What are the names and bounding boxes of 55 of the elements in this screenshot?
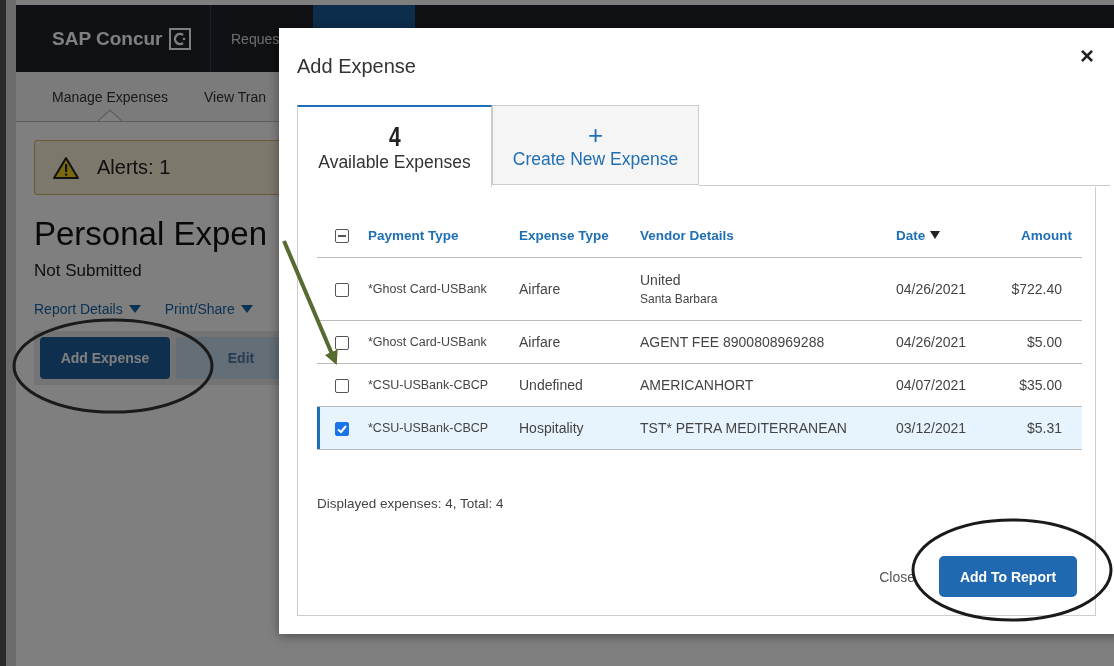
select-all-checkbox[interactable] [335,228,349,243]
vendor-name: United [640,272,682,288]
dialog-title: Add Expense [297,55,416,78]
subnav-tab[interactable]: Manage Expenses [52,72,168,121]
dialog-tab[interactable]: + Create New Expense [492,105,699,185]
brand-name: SAP Concur [52,27,163,50]
row-checkbox[interactable] [335,336,349,351]
payment-type: *Ghost Card-USBank [368,335,487,349]
close-link[interactable]: Close [879,568,915,585]
caret-icon [128,305,141,313]
expense-date: 03/12/2021 [896,420,967,436]
payment-type: *Ghost Card-USBank [368,282,487,296]
warning-icon [53,155,79,180]
column-header[interactable]: Payment Type [368,227,459,243]
summary-text: Displayed expenses: 4, Total: 4 [317,496,505,511]
expense-amount: $5.31 [1026,420,1062,436]
expense-type: Airfare [519,281,561,297]
column-header[interactable]: Expense Type [519,227,609,243]
payment-type: *CSU-USBank-CBCP [368,421,489,435]
caret-icon [240,305,253,313]
logo-icon [168,27,191,50]
vendor-name: AGENT FEE 8900808969288 [640,334,826,350]
dialog-tab[interactable]: 4 Available Expenses [297,105,492,187]
expense-amount: $5.00 [1026,334,1062,350]
dropdown-menu[interactable]: Report Details [34,301,141,317]
subnav-tab[interactable]: View Tran [203,72,266,121]
expense-row[interactable]: *Ghost Card-USBank Airfare AGENT FEE 8900808969288 04/26/2021 $5.00 [317,320,1082,364]
toolbar-button[interactable]: Add Expense [40,337,170,379]
payment-type: *CSU-USBank-CBCP [368,378,489,392]
expense-date: 04/26/2021 [896,334,967,350]
add-to-report-button[interactable]: Add To Report [939,556,1077,597]
expense-row[interactable]: *Ghost Card-USBank Airfare United Santa Barbara 04/26/2021 $722.40 [317,257,1082,321]
vendor-location: Santa Barbara [640,292,719,306]
expense-date: 04/07/2021 [896,377,967,393]
expense-amount: $35.00 [1019,377,1062,393]
vendor-name: AMERICANHORT [640,377,755,393]
column-header[interactable]: Date [896,227,941,243]
expense-date: 04/26/2021 [896,281,967,297]
report-status: Not Submitted [34,261,142,281]
dropdown-menu[interactable]: Print/Share [164,301,253,317]
expense-type: Hospitality [519,420,584,436]
expense-type: Airfare [519,334,561,350]
vendor-name: TST* PETRA MEDITERRANEAN [640,420,848,436]
column-header[interactable]: Amount [1021,227,1072,243]
row-checkbox[interactable] [335,283,349,298]
row-checkbox[interactable] [335,422,349,437]
alert-text: Alerts: 1 [97,156,171,179]
close-button[interactable]: × [1080,41,1110,70]
expense-row[interactable]: *CSU-USBank-CBCP Undefined AMERICANHORT 04/07/2021 $35.00 [317,363,1082,407]
expense-type: Undefined [519,377,583,393]
report-title: Personal Expen [34,215,267,253]
expense-amount: $722.40 [1011,281,1062,297]
row-checkbox[interactable] [335,379,349,394]
expense-row[interactable]: *CSU-USBank-CBCP Hospitality TST* PETRA MEDITERRANEAN 03/12/2021 $5.31 [317,406,1082,450]
column-header[interactable]: Vendor Details [640,227,734,243]
